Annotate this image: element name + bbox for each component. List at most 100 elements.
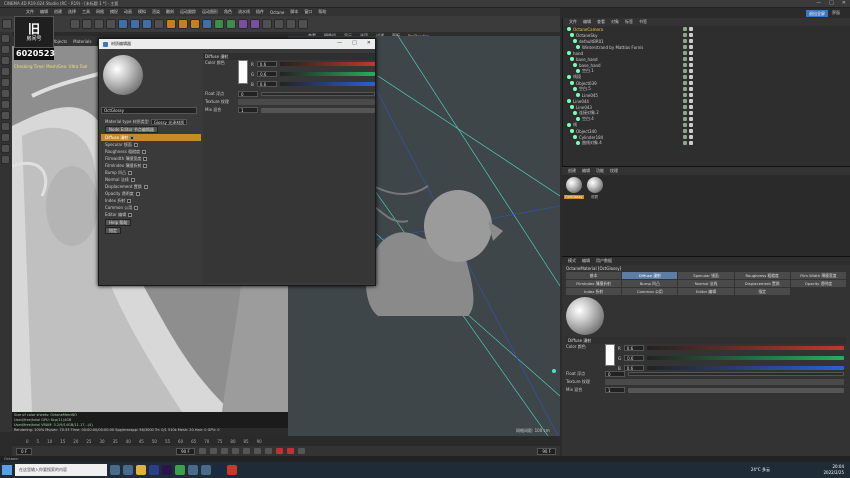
visibility-dot-icon[interactable] xyxy=(683,99,687,103)
attribute-menu-item[interactable]: 模式 xyxy=(568,258,576,264)
matwin-maximize-button[interactable]: □ xyxy=(352,40,357,46)
attribute-tab[interactable]: Film Width 薄膜宽度 xyxy=(790,272,846,279)
axis-x-icon[interactable] xyxy=(118,19,128,29)
material-editor-window[interactable]: 材质编辑器 — □ ✕ OctGlossy Material type 材质类型… xyxy=(98,38,376,286)
attribute-tab[interactable]: 基本 xyxy=(566,272,622,279)
texture-mode-icon[interactable] xyxy=(1,56,10,65)
visibility-dot-icon[interactable] xyxy=(683,69,687,73)
attr-g-slider[interactable] xyxy=(647,356,844,360)
tag-icon[interactable] xyxy=(689,51,693,55)
maximize-button[interactable]: □ xyxy=(829,0,834,6)
material-editor-titlebar[interactable]: 材质编辑器 — □ ✕ xyxy=(99,39,375,49)
visibility-dot-icon[interactable] xyxy=(683,33,687,37)
end-frame-field[interactable]: 90 F xyxy=(537,447,556,455)
prev-key-icon[interactable] xyxy=(209,448,217,454)
visibility-dot-icon[interactable] xyxy=(683,93,687,97)
menu-item[interactable]: 雕刻 xyxy=(166,9,174,15)
explorer-icon[interactable] xyxy=(136,465,146,475)
taskbar-clock[interactable]: 20:04 2022/2/25 xyxy=(823,464,844,476)
axis-z-icon[interactable] xyxy=(142,19,152,29)
material-menu-item[interactable]: 纹理 xyxy=(610,168,618,174)
matwin-minimize-button[interactable]: — xyxy=(337,40,342,46)
channel-item[interactable]: Opacity 透明度 xyxy=(101,190,201,197)
channel-checkbox[interactable] xyxy=(128,170,132,175)
edge-icon[interactable] xyxy=(123,465,133,475)
attr-b-field[interactable]: 0.6 xyxy=(623,365,644,371)
play-icon[interactable] xyxy=(231,448,239,454)
object-menu-item[interactable]: 标签 xyxy=(625,19,633,25)
mix-field[interactable]: 1 xyxy=(238,107,258,113)
visibility-dot-icon[interactable] xyxy=(683,81,687,85)
attribute-tab[interactable]: Editor 编辑 xyxy=(678,288,734,295)
menu-item[interactable]: 创建 xyxy=(54,9,62,15)
channel-item[interactable]: Diffuse 漫射 xyxy=(101,134,201,141)
make-editable-icon[interactable] xyxy=(1,34,10,43)
render-settings-icon[interactable] xyxy=(190,19,200,29)
visibility-dot-icon[interactable] xyxy=(683,105,687,109)
scale-icon[interactable] xyxy=(94,19,104,29)
model-mode-icon[interactable] xyxy=(1,45,10,54)
attr-float-slider[interactable] xyxy=(628,372,844,376)
attr-r-field[interactable]: 0.6 xyxy=(623,345,644,351)
menu-item[interactable]: 窗口 xyxy=(304,9,312,15)
visibility-dot-icon[interactable] xyxy=(683,51,687,55)
channel-checkbox[interactable] xyxy=(133,142,138,147)
minimize-button[interactable]: — xyxy=(816,0,821,6)
move-icon[interactable] xyxy=(82,19,92,29)
tweak-mode-icon[interactable] xyxy=(1,111,10,120)
menu-item[interactable]: 运动图形 xyxy=(202,9,218,15)
visibility-dot-icon[interactable] xyxy=(683,141,687,145)
b-slider[interactable] xyxy=(279,82,375,86)
points-mode-icon[interactable] xyxy=(1,67,10,76)
channel-item[interactable]: Bump 凹凸 xyxy=(101,169,201,176)
attr-mix-field[interactable]: 1 xyxy=(605,387,625,393)
menu-item[interactable]: 脚本 xyxy=(290,9,298,15)
tag-icon[interactable] xyxy=(689,135,693,139)
object-menu-item[interactable]: 书签 xyxy=(639,19,647,25)
prev-frame-icon[interactable] xyxy=(220,448,228,454)
attr-texture-slot[interactable] xyxy=(605,379,844,385)
exit-fullscreen-chip[interactable]: 退出全屏 xyxy=(806,9,828,17)
tag-icon[interactable] xyxy=(689,39,693,43)
cube-icon[interactable] xyxy=(202,19,212,29)
channel-checkbox[interactable] xyxy=(127,198,132,203)
attribute-tab[interactable]: Bump 凹凸 xyxy=(622,280,678,287)
sculpt-icon[interactable] xyxy=(1,155,10,164)
tag-icon[interactable] xyxy=(689,75,693,79)
visibility-dot-icon[interactable] xyxy=(683,45,687,49)
channel-item[interactable]: FilmIndex 薄膜折射 xyxy=(101,162,201,169)
menu-item[interactable]: 捕捉 xyxy=(110,9,118,15)
steam-icon[interactable] xyxy=(214,465,224,475)
tag-icon[interactable] xyxy=(689,33,693,37)
attr-b-slider[interactable] xyxy=(646,366,844,370)
tag-icon[interactable] xyxy=(689,123,693,127)
material-preview-ball[interactable] xyxy=(103,55,143,95)
menu-item[interactable]: 插件 xyxy=(256,9,264,15)
assign-button[interactable]: 指定 xyxy=(105,227,121,234)
next-key-icon[interactable] xyxy=(253,448,261,454)
channel-checkbox[interactable] xyxy=(143,156,148,161)
attribute-material-preview[interactable] xyxy=(566,297,604,335)
visibility-dot-icon[interactable] xyxy=(683,135,687,139)
taskbar-search[interactable]: 在这里输入你要搜索的内容 xyxy=(15,464,107,476)
attr-float-field[interactable]: 0 xyxy=(605,371,625,377)
axis-mode-icon[interactable] xyxy=(1,100,10,109)
material-name-field[interactable]: OctGlossy xyxy=(101,107,197,114)
record-icon[interactable] xyxy=(275,448,283,454)
channel-item[interactable]: Specular 镜面 xyxy=(101,141,201,148)
menu-item[interactable]: 角色 xyxy=(224,9,232,15)
channel-item[interactable]: Index 折射 xyxy=(101,197,201,204)
channel-checkbox[interactable] xyxy=(130,177,135,182)
app-icon[interactable] xyxy=(188,465,198,475)
frame-start-field[interactable]: 0 F xyxy=(16,447,33,455)
light-icon[interactable] xyxy=(286,19,296,29)
attr-mix-slider[interactable] xyxy=(628,387,844,393)
app-icon[interactable] xyxy=(201,465,211,475)
app-icon[interactable] xyxy=(227,465,237,475)
coord-system-icon[interactable] xyxy=(154,19,164,29)
channel-checkbox[interactable] xyxy=(142,149,147,154)
timeline-ruler[interactable]: 0 5 10 15 20 25 30 35 40 45 50 55 60 65 70 75 80 85 90 xyxy=(12,436,560,446)
menu-item[interactable]: 编辑 xyxy=(40,9,48,15)
spline-icon[interactable] xyxy=(214,19,224,29)
tag-icon[interactable] xyxy=(689,57,693,61)
